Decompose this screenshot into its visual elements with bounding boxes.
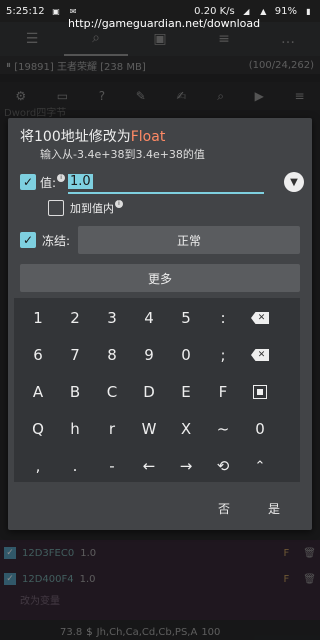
keypad-key[interactable]: -: [94, 448, 130, 484]
keypad-key[interactable]: ,: [20, 448, 56, 484]
dialog-actions: 否 是: [8, 492, 312, 526]
keypad-key[interactable]: :: [205, 300, 241, 336]
url-overlay: http://gameguardian.net/download: [68, 17, 261, 30]
keypad-key[interactable]: ~: [205, 411, 241, 447]
history-icon[interactable]: ⟲: [205, 448, 241, 484]
keypad-key[interactable]: h: [57, 411, 93, 447]
keypad-key[interactable]: →: [168, 448, 204, 484]
keypad-key[interactable]: r: [94, 411, 130, 447]
keypad-key[interactable]: C: [94, 374, 130, 410]
dialog-subtitle: 输入从-3.4e+38到3.4e+38的值: [40, 148, 205, 161]
keypad-key[interactable]: 5: [168, 300, 204, 336]
value-label: 值: i: [40, 173, 66, 191]
dialog-title-text: 将100地址修改为: [20, 129, 131, 145]
keypad-key[interactable]: ←: [131, 448, 167, 484]
ok-button[interactable]: 是: [268, 500, 280, 517]
app-notification-icon: ✉: [69, 6, 77, 16]
value-label-text: 值:: [40, 175, 57, 190]
keypad-key[interactable]: 0: [242, 411, 278, 447]
select-all-icon[interactable]: [242, 374, 278, 410]
keypad-key[interactable]: 1: [20, 300, 56, 336]
keypad-key[interactable]: 2: [57, 300, 93, 336]
battery-level: 91%: [274, 5, 297, 17]
backspace-icon[interactable]: ✕: [242, 300, 278, 336]
hex-keypad: 1 2 3 4 5: ✕ 6 7 8 9 0; ✕ A B C D E F Qh r W X ~0,. - ← → ⟲ ⌃: [14, 298, 300, 482]
freeze-row: ✓ 冻结: 正常: [20, 226, 304, 254]
value-checkbox[interactable]: ✓: [20, 174, 36, 190]
keypad-key[interactable]: 4: [131, 300, 167, 336]
battery-icon: ▮: [306, 6, 311, 16]
more-button[interactable]: 更多: [20, 264, 300, 292]
increment-label-text: 加到值内: [70, 202, 114, 215]
cancel-button[interactable]: 否: [218, 500, 230, 517]
collapse-icon[interactable]: ⌃: [242, 448, 278, 484]
keypad-key[interactable]: 8: [94, 337, 130, 373]
info-icon[interactable]: i: [57, 173, 66, 182]
freeze-label: 冻结:: [42, 233, 71, 248]
freeze-mode-button[interactable]: 正常: [78, 226, 300, 254]
keypad-key[interactable]: D: [131, 374, 167, 410]
increment-label: 加到值内 i: [70, 200, 123, 216]
dialog-title: 将100地址修改为Float: [20, 126, 165, 146]
dropdown-icon[interactable]: ▼: [284, 172, 304, 192]
clear-icon[interactable]: ✕: [242, 337, 278, 373]
keypad-key[interactable]: .: [57, 448, 93, 484]
wifi-icon: ◢: [243, 6, 250, 16]
network-speed: 0.20 K/s: [194, 5, 235, 17]
keypad-key[interactable]: 0: [168, 337, 204, 373]
info-icon[interactable]: i: [115, 200, 123, 208]
dialog-title-type: Float: [130, 129, 166, 145]
keypad-key[interactable]: W: [131, 411, 167, 447]
keypad-key[interactable]: Q: [20, 411, 56, 447]
notification-icon: ▣: [52, 6, 60, 16]
keypad-key[interactable]: 3: [94, 300, 130, 336]
keypad-key[interactable]: A: [20, 374, 56, 410]
keypad-key[interactable]: ;: [205, 337, 241, 373]
keypad-key[interactable]: E: [168, 374, 204, 410]
keypad-key[interactable]: F: [205, 374, 241, 410]
freeze-checkbox[interactable]: ✓: [20, 232, 36, 248]
signal-icon: ▲: [260, 6, 267, 16]
keypad-key[interactable]: 7: [57, 337, 93, 373]
keypad-key[interactable]: B: [57, 374, 93, 410]
value-input-text: 1.0: [68, 173, 93, 189]
value-row: ✓ 值: i 1.0 ▼: [20, 170, 304, 194]
increment-checkbox[interactable]: [48, 200, 64, 216]
keypad-key[interactable]: 6: [20, 337, 56, 373]
status-time: 5:25:12: [6, 5, 45, 17]
keypad-key[interactable]: 9: [131, 337, 167, 373]
keypad-key[interactable]: X: [168, 411, 204, 447]
increment-row: 加到值内 i: [48, 200, 123, 216]
edit-value-dialog: 将100地址修改为Float 输入从-3.4e+38到3.4e+38的值 ✓ 值…: [8, 118, 312, 530]
value-input[interactable]: 1.0: [68, 170, 264, 194]
